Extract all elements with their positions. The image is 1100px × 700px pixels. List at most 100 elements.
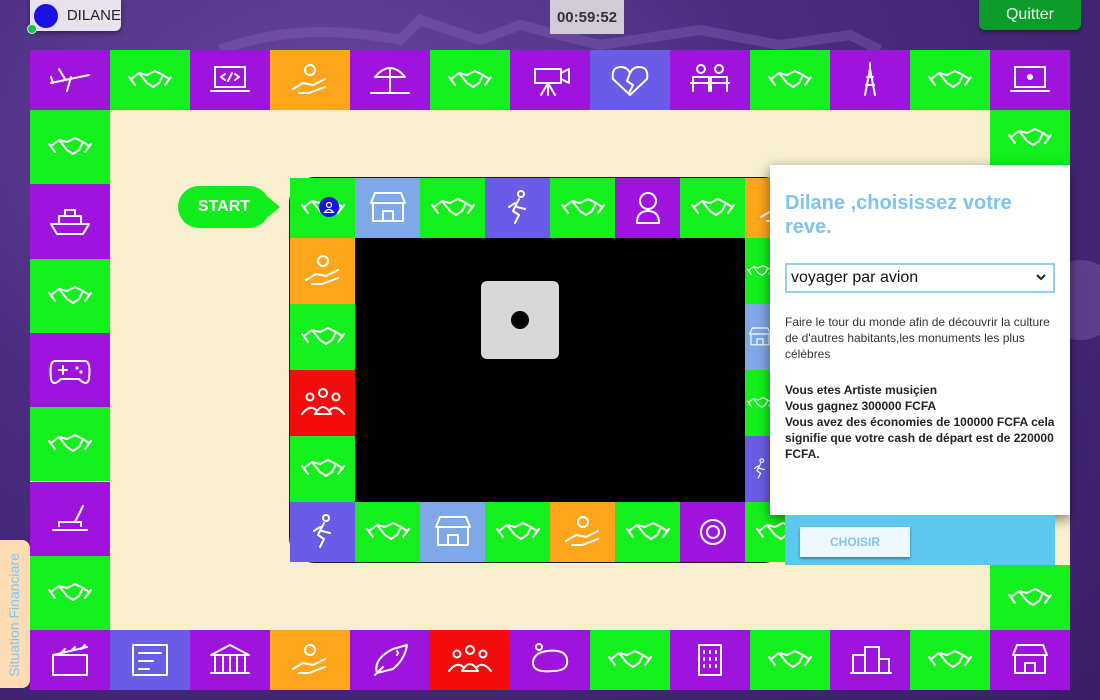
board-cell bbox=[110, 630, 190, 690]
choose-button[interactable]: CHOISIR bbox=[800, 527, 910, 557]
broken-heart-icon bbox=[611, 66, 649, 96]
board-cell bbox=[30, 332, 110, 408]
board-cell bbox=[290, 436, 355, 502]
dice-pip bbox=[511, 311, 529, 329]
handshake-icon bbox=[1008, 587, 1052, 606]
start-label: START bbox=[178, 186, 280, 228]
building-icon bbox=[698, 644, 722, 676]
bank-icon bbox=[210, 644, 250, 674]
board-cell bbox=[290, 502, 355, 562]
board-cell bbox=[430, 630, 510, 690]
board-cell bbox=[350, 50, 430, 110]
board-cell bbox=[290, 304, 355, 370]
board-cell bbox=[355, 178, 420, 238]
board-cell bbox=[670, 50, 750, 110]
board-cell bbox=[990, 50, 1070, 110]
salary-line: Vous gagnez 300000 FCFA bbox=[785, 399, 937, 413]
board-cell bbox=[290, 238, 355, 304]
player-financial-info: Vous etes Artiste musiçien Vous gagnez 3… bbox=[785, 382, 1055, 462]
board-cell bbox=[30, 110, 110, 185]
board-cell bbox=[350, 630, 430, 690]
handshake-icon bbox=[928, 650, 972, 668]
board-cell bbox=[670, 630, 750, 690]
dream-select-value: voyager par avion bbox=[791, 269, 919, 286]
financial-situation-label: Situation Financiare bbox=[6, 553, 22, 677]
runner-icon bbox=[312, 514, 331, 548]
board-cell bbox=[510, 50, 590, 110]
board-cell bbox=[510, 630, 590, 690]
board-cell bbox=[750, 50, 830, 110]
board-cell bbox=[615, 502, 680, 562]
board-cell bbox=[30, 481, 110, 556]
financial-situation-tab[interactable]: Situation Financiare bbox=[0, 540, 30, 688]
handshake-icon bbox=[300, 327, 345, 345]
board-cell bbox=[910, 630, 990, 690]
tax-icon bbox=[132, 644, 168, 676]
dream-choice-modal: Dilane ,choisissez votre reve. voyager p… bbox=[770, 165, 1070, 515]
dinner-icon bbox=[690, 64, 730, 92]
board-cell bbox=[420, 178, 485, 238]
handshake-icon bbox=[608, 650, 652, 668]
board-cell bbox=[485, 178, 550, 238]
soap-icon bbox=[532, 643, 569, 673]
game-timer: 00:59:52 bbox=[550, 0, 624, 34]
shop-icon bbox=[1012, 644, 1048, 674]
board-cell bbox=[190, 630, 270, 690]
board-cell bbox=[990, 110, 1070, 165]
chevron-down-icon bbox=[1036, 274, 1046, 281]
player-token bbox=[319, 197, 339, 217]
laptop-icon bbox=[1010, 66, 1050, 92]
eiffel-tower-icon bbox=[864, 62, 876, 96]
group-icon bbox=[300, 388, 345, 415]
board-cell bbox=[485, 502, 550, 562]
code-laptop-icon bbox=[210, 66, 250, 92]
clapperboard-icon bbox=[52, 644, 88, 676]
board-cell bbox=[30, 407, 110, 482]
plane-icon bbox=[50, 68, 90, 92]
handshake-icon bbox=[495, 522, 540, 540]
deal-icon bbox=[564, 516, 599, 546]
paint-icon bbox=[52, 504, 88, 531]
board-cell bbox=[615, 178, 680, 238]
dice[interactable] bbox=[481, 281, 559, 359]
board-cell bbox=[910, 50, 990, 110]
baby-icon bbox=[635, 192, 660, 224]
board-cell bbox=[270, 630, 350, 690]
board-cell bbox=[290, 370, 355, 436]
handshake-icon bbox=[300, 459, 345, 477]
dream-select[interactable]: voyager par avion bbox=[785, 263, 1055, 293]
handshake-icon bbox=[625, 522, 670, 540]
beach-icon bbox=[370, 67, 410, 94]
dice-area bbox=[355, 238, 745, 502]
profession-line: Vous etes Artiste musiçien bbox=[785, 383, 938, 397]
gamepad-icon bbox=[49, 360, 91, 385]
online-status-icon bbox=[27, 24, 37, 34]
board-cell bbox=[30, 630, 110, 690]
handshake-icon bbox=[48, 434, 92, 453]
ship-icon bbox=[50, 209, 90, 236]
board-cell bbox=[550, 178, 615, 238]
deal-icon bbox=[304, 255, 339, 285]
handshake-icon bbox=[48, 285, 92, 304]
player-chip[interactable]: DILANE bbox=[27, 0, 121, 34]
board-cell bbox=[830, 630, 910, 690]
board-cell bbox=[830, 50, 910, 110]
quit-button[interactable]: Quitter bbox=[979, 0, 1081, 30]
group-icon bbox=[448, 645, 492, 672]
handshake-icon bbox=[430, 198, 475, 216]
board-cell bbox=[270, 50, 350, 110]
runner-icon bbox=[507, 190, 526, 224]
handshake-icon bbox=[48, 137, 92, 156]
savings-line: Vous avez des économies de 100000 FCFA c… bbox=[785, 415, 1055, 461]
board-cell bbox=[110, 50, 190, 110]
shop-icon bbox=[369, 192, 406, 222]
shop-icon bbox=[434, 516, 471, 546]
board-cell bbox=[30, 258, 110, 333]
board-cell bbox=[590, 50, 670, 110]
handshake-icon bbox=[690, 198, 735, 216]
camera-icon bbox=[534, 68, 570, 96]
dream-description: Faire le tour du monde afin de découvrir… bbox=[785, 315, 1050, 361]
board-cell bbox=[990, 630, 1070, 690]
board-cell bbox=[355, 502, 420, 562]
board-cell bbox=[30, 555, 110, 631]
